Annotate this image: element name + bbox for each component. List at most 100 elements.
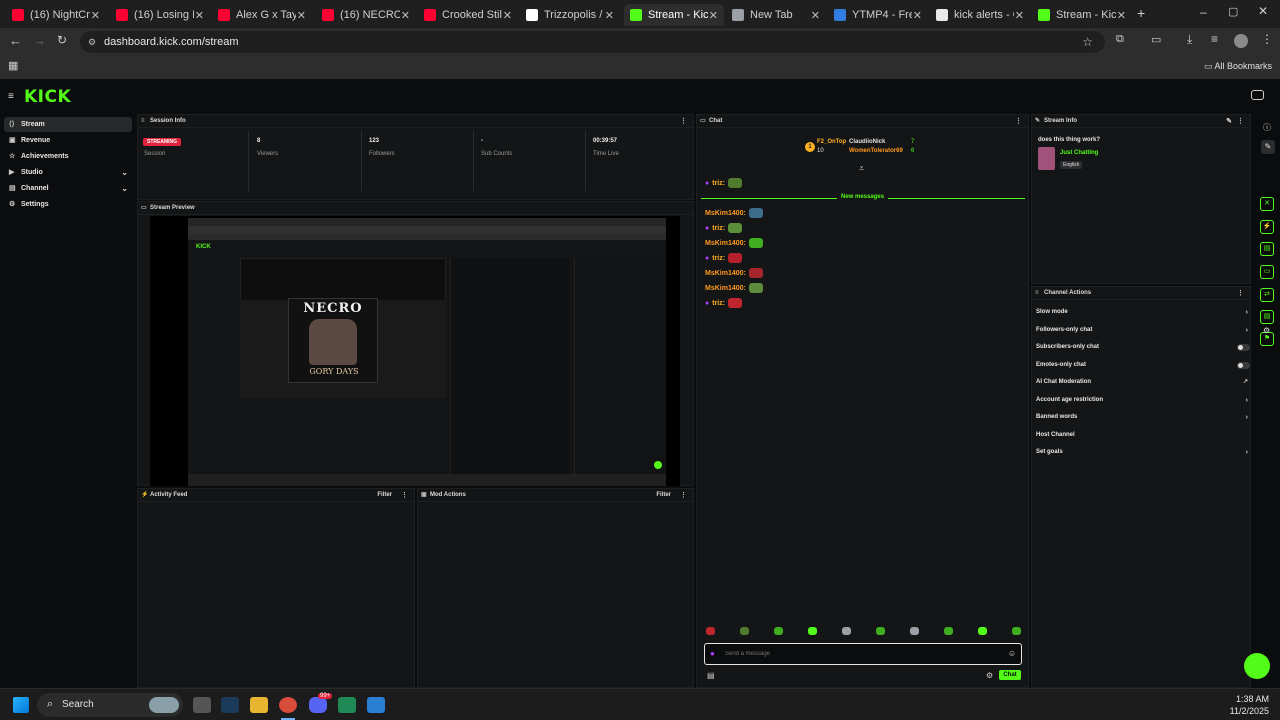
mod-filter-button[interactable]: Filter — [656, 489, 671, 502]
clock-date[interactable]: 11/2/2025 — [1219, 706, 1269, 716]
quick-emote-icon[interactable] — [842, 627, 851, 635]
chevron-right-icon[interactable]: › — [1246, 323, 1248, 338]
browser-tab[interactable]: (16) Losing My✕ — [110, 4, 210, 26]
activity-filter-button[interactable]: Filter — [377, 489, 392, 502]
media-icon[interactable]: ≡ — [1211, 32, 1218, 46]
url-input[interactable]: ⚙ dashboard.kick.com/stream ☆ — [80, 31, 1105, 53]
chevron-right-icon[interactable]: › — [1246, 410, 1248, 425]
sidebar-item-stream[interactable]: ⟨⟩ Stream — [4, 117, 132, 132]
top-gifter-3[interactable]: WomenTolerator69 — [849, 148, 903, 154]
cast-icon[interactable]: ▭ — [1151, 33, 1161, 46]
top-gifter-1[interactable]: F2_OnTop — [817, 139, 846, 145]
chat-username[interactable]: triz: — [712, 225, 725, 232]
collapse-gifters-icon[interactable]: ⩡ — [859, 163, 864, 174]
rail-layout-icon[interactable]: ⚙ — [1263, 326, 1270, 335]
chrome-icon[interactable] — [279, 697, 297, 713]
close-tab-icon[interactable]: ✕ — [91, 9, 100, 22]
chat-input-box[interactable]: ● ☺ — [704, 643, 1022, 665]
windows-start-icon[interactable] — [13, 697, 29, 713]
chat-message[interactable]: ● triz: — [705, 253, 743, 263]
quick-emote-icon[interactable] — [910, 627, 919, 635]
chevron-down-icon[interactable]: ⌄ — [121, 165, 128, 180]
hamburger-menu-icon[interactable]: ≡ — [8, 91, 14, 102]
all-bookmarks-button[interactable]: ▭ All Bookmarks — [1204, 61, 1272, 72]
browser-tab[interactable]: kick alerts - Go✕ — [930, 4, 1030, 26]
rail-widget-button[interactable]: ✕ — [1260, 197, 1274, 211]
close-tab-icon[interactable]: ✕ — [913, 9, 922, 22]
close-tab-icon[interactable]: ✕ — [1117, 9, 1126, 22]
quick-emote-icon[interactable] — [944, 627, 953, 635]
panel-menu-icon[interactable]: ⋮ — [401, 489, 408, 502]
notifications-icon[interactable] — [1251, 90, 1264, 100]
toggle-switch[interactable] — [1237, 361, 1250, 369]
toggle-switch[interactable] — [1237, 344, 1250, 351]
rail-edit-icon[interactable]: ✎ — [1261, 140, 1275, 154]
clock-time[interactable]: 1:38 AM — [1227, 694, 1269, 704]
quick-emote-icon[interactable] — [740, 627, 749, 635]
steam-icon[interactable] — [221, 697, 239, 713]
browser-tab[interactable]: Alex G x Tay-k✕ — [212, 4, 312, 26]
browser-tab[interactable]: (16) NECRO ✕ — [316, 4, 416, 26]
chat-username[interactable]: MsKim1400: — [705, 240, 746, 247]
stream-preview-video[interactable]: KICK NECRO GORY DAYS — [150, 216, 680, 486]
rail-widget-button[interactable]: ▭ — [1260, 265, 1274, 279]
quick-emote-icon[interactable] — [978, 627, 987, 635]
rail-widget-button[interactable]: ⇄ — [1260, 288, 1274, 302]
file-explorer-icon[interactable] — [250, 697, 268, 713]
browser-tab[interactable]: YTMP4 - Free Y✕ — [828, 4, 928, 26]
browser-tab[interactable]: Stream - Kick D✕ — [624, 4, 724, 26]
chat-message[interactable]: ● triz: — [705, 298, 743, 308]
chat-message[interactable]: ● triz: — [705, 178, 743, 188]
reload-icon[interactable]: ↻ — [57, 33, 67, 47]
browser-tab[interactable]: (16) NightCraw✕ — [6, 4, 106, 26]
chevron-right-icon[interactable]: › — [1246, 305, 1248, 320]
chat-username[interactable]: triz: — [712, 255, 725, 262]
quick-emote-icon[interactable] — [876, 627, 885, 635]
panel-menu-icon[interactable]: ⋮ — [1015, 115, 1022, 128]
chat-message[interactable]: MsKim1400: — [705, 208, 763, 218]
channel-action-followers-only-chat[interactable]: Followers-only chat › — [1036, 323, 1248, 338]
close-tab-icon[interactable]: ✕ — [297, 9, 306, 22]
kick-logo[interactable]: KICK — [24, 87, 71, 107]
chevron-right-icon[interactable]: › — [1246, 393, 1248, 408]
panel-menu-icon[interactable]: ⋮ — [680, 115, 687, 128]
chat-settings-icon[interactable]: ⚙ — [986, 671, 993, 680]
smiley-icon[interactable]: ☺ — [1008, 649, 1016, 658]
bookmark-star-icon[interactable]: ☆ — [1082, 31, 1093, 53]
channel-action-subscribers-only-chat[interactable]: Subscribers-only chat — [1036, 340, 1250, 355]
sidebar-item-channel[interactable]: ▤ Channel ⌄ — [4, 181, 132, 196]
sidebar-item-achievements[interactable]: ☆ Achievements — [4, 149, 132, 164]
close-tab-icon[interactable]: ✕ — [401, 9, 410, 22]
back-icon[interactable]: ← — [9, 33, 22, 48]
channel-action-host-channel[interactable]: Host Channel — [1036, 428, 1248, 443]
chat-username[interactable]: MsKim1400: — [705, 270, 746, 277]
browser-tab[interactable]: New Tab ✕ — [726, 4, 826, 26]
panel-menu-icon[interactable]: ⋮ — [1237, 287, 1244, 300]
channel-action-banned-words[interactable]: Banned words › — [1036, 410, 1248, 425]
quick-emote-icon[interactable] — [808, 627, 817, 635]
extensions-icon[interactable]: ⧉ — [1116, 33, 1124, 46]
quick-emote-icon[interactable] — [706, 627, 715, 635]
rail-widget-button[interactable]: ▤ — [1260, 310, 1274, 324]
channel-action-slow-mode[interactable]: Slow mode › — [1036, 305, 1248, 320]
browser-tab[interactable]: Stream - Kick D✕ — [1032, 4, 1132, 26]
channel-action-set-goals[interactable]: Set goals › — [1036, 445, 1248, 460]
channel-action-ai-chat-moderation[interactable]: AI Chat Moderation ↗ — [1036, 375, 1248, 390]
panel-menu-icon[interactable]: ⋮ — [680, 489, 687, 502]
kick-app-icon[interactable] — [338, 697, 356, 713]
maximize-button[interactable]: ▢ — [1228, 5, 1238, 18]
channel-action-emotes-only-chat[interactable]: Emotes-only chat — [1036, 358, 1250, 373]
panel-menu-icon[interactable]: ⋮ — [1237, 115, 1244, 128]
channel-action-account-age-restriction[interactable]: Account age restriction › — [1036, 393, 1248, 408]
chat-message[interactable]: MsKim1400: — [705, 283, 763, 293]
chat-tools-icon[interactable]: ▤ — [707, 671, 715, 680]
browser-menu-icon[interactable]: ⋮ — [1261, 32, 1273, 46]
chat-message[interactable]: MsKim1400: — [705, 238, 763, 248]
sidebar-item-revenue[interactable]: ▣ Revenue — [4, 133, 132, 148]
rail-widget-button[interactable]: ▤ — [1260, 242, 1274, 256]
taskbar-search-box[interactable]: ⌕ Search — [37, 693, 183, 717]
quick-emote-icon[interactable] — [774, 627, 783, 635]
emote-picker-icon[interactable]: ● — [710, 649, 715, 658]
profile-avatar[interactable] — [1234, 34, 1248, 48]
chat-username[interactable]: triz: — [712, 300, 725, 307]
